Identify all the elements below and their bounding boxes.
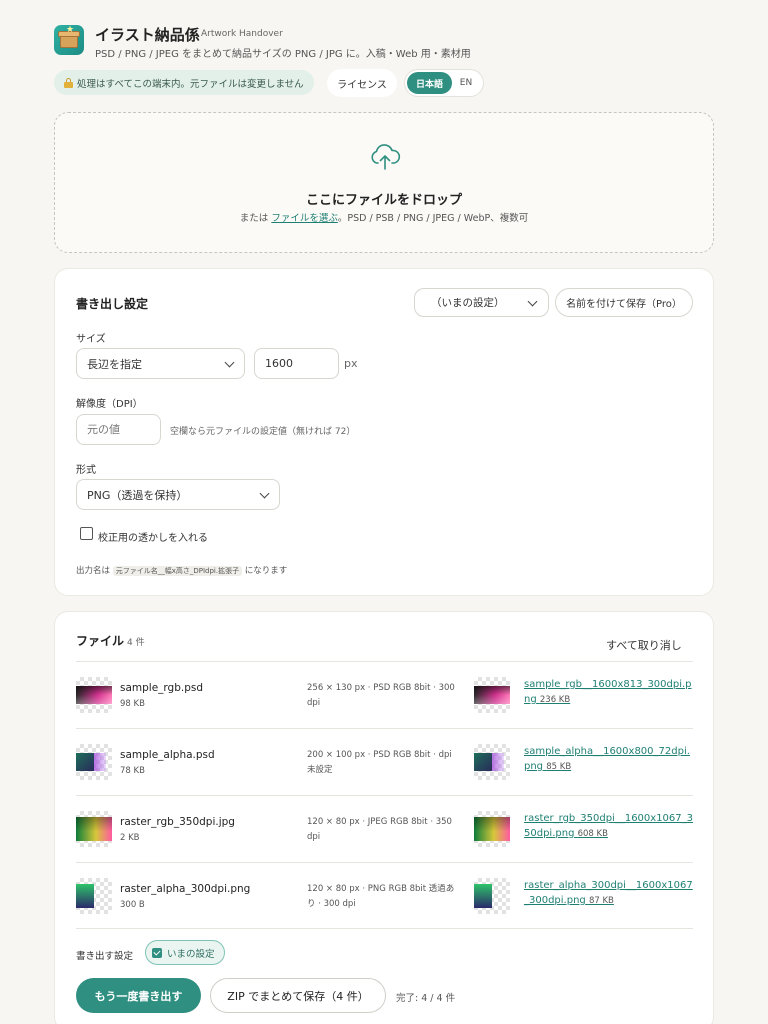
dpi-input[interactable]	[76, 414, 161, 445]
output-file-link[interactable]: sample_rgb__1600x813_300dpi.png 236 KB	[524, 677, 694, 708]
output-file-size: 608 KB	[577, 829, 608, 839]
app-logo-icon: ★	[54, 25, 84, 55]
file-row: sample_alpha.psd 78 KB 200 × 100 px · PS…	[76, 729, 693, 795]
export-setting-label: 書き出す設定	[76, 951, 134, 962]
export-settings-card: 書き出し設定 （いまの設定） 名前を付けて保存（Pro） サイズ 長辺を指定 p…	[54, 268, 714, 596]
file-name: sample_rgb.psd	[120, 682, 204, 694]
app-title: イラスト納品係	[95, 26, 200, 44]
output-thumbnail	[474, 878, 510, 914]
file-meta: 200 × 100 px · PSD RGB 8bit · dpi 未設定	[307, 750, 452, 775]
file-size: 300 B	[120, 900, 145, 910]
file-meta: 120 × 80 px · JPEG RGB 8bit · 350 dpi	[307, 817, 452, 842]
lock-icon	[64, 77, 73, 88]
dropzone-title: ここにファイルをドロップ	[305, 193, 462, 208]
output-file-size: 87 KB	[588, 896, 614, 906]
file-size: 78 KB	[120, 766, 145, 776]
preset-select[interactable]: （いまの設定）	[414, 288, 549, 317]
lang-ja-button[interactable]: 日本語	[407, 72, 452, 94]
files-card: ファイル 4 件 すべて取り消し sample_rgb.psd 98 KB 256…	[54, 611, 714, 1024]
size-mode-select[interactable]: 長辺を指定	[76, 348, 245, 379]
file-dropzone[interactable]: ここにファイルをドロップ または ファイルを選ぶ。PSD / PSB / PNG…	[54, 112, 714, 253]
watermark-checkbox[interactable]	[80, 527, 93, 540]
divider	[76, 928, 693, 929]
choose-file-link[interactable]: ファイルを選ぶ	[271, 213, 338, 224]
output-file-link[interactable]: raster_alpha_300dpi__1600x1067_300dpi.pn…	[524, 878, 694, 909]
size-mode-value: 長辺を指定	[87, 357, 142, 371]
app-description: PSD / PNG / JPEG をまとめて納品サイズの PNG / JPG に…	[95, 49, 471, 60]
file-meta: 256 × 130 px · PSD RGB 8bit · 300 dpi	[307, 683, 455, 708]
output-name-hint: 出力名は 元ファイル名__幅x高さ_DPIdpi.拡張子 になります	[76, 564, 287, 576]
format-select-value: PNG（透過を保持）	[87, 488, 188, 502]
file-name: raster_alpha_300dpi.png	[120, 883, 251, 895]
current-setting-chip[interactable]: いまの設定	[145, 940, 225, 965]
output-file-size: 236 KB	[539, 695, 571, 705]
dropzone-prefix: または	[239, 213, 269, 224]
app-subtitle: Artwork Handover	[201, 29, 283, 39]
dpi-label: 解像度（DPI）	[76, 399, 143, 410]
output-name-suffix: になります	[244, 566, 288, 576]
output-thumbnail	[474, 744, 510, 780]
license-button[interactable]: ライセンス	[327, 69, 397, 97]
cloud-upload-icon	[371, 144, 401, 170]
preset-select-value: （いまの設定）	[431, 297, 505, 309]
source-thumbnail	[76, 811, 112, 847]
privacy-notice-text: 処理はすべてこの端末内。元ファイルは変更しません	[77, 78, 304, 90]
lang-en-button[interactable]: EN	[452, 72, 480, 94]
watermark-label: 校正用の透かしを入れる	[98, 533, 208, 544]
size-value-input[interactable]	[254, 348, 339, 379]
format-select[interactable]: PNG（透過を保持）	[76, 479, 280, 510]
files-title-text: ファイル	[76, 634, 125, 648]
output-file-size: 85 KB	[546, 762, 572, 772]
source-thumbnail	[76, 878, 112, 914]
save-named-preset-button[interactable]: 名前を付けて保存（Pro）	[555, 288, 693, 317]
chevron-down-icon	[259, 488, 270, 499]
files-title: ファイル 4 件	[76, 632, 145, 649]
dpi-hint: 空欄なら元ファイルの設定値（無ければ 72）	[170, 427, 356, 437]
language-toggle: 日本語 EN	[404, 69, 484, 97]
app-header: ★ イラスト納品係 Artwork Handover PSD / PNG / J…	[54, 24, 714, 64]
dropzone-formats: 。PSD / PSB / PNG / JPEG / WebP、複数可	[337, 213, 529, 224]
format-label: 形式	[76, 465, 96, 476]
file-name: sample_alpha.psd	[120, 749, 215, 761]
export-settings-title: 書き出し設定	[76, 297, 149, 311]
clear-all-button[interactable]: すべて取り消し	[606, 637, 682, 653]
output-thumbnail	[474, 677, 510, 713]
output-name-prefix: 出力名は	[76, 566, 111, 576]
file-size: 2 KB	[120, 833, 140, 843]
output-file-link[interactable]: sample_alpha__1600x800_72dpi.png 85 KB	[524, 744, 694, 775]
size-unit: px	[344, 357, 358, 370]
privacy-notice: 処理はすべてこの端末内。元ファイルは変更しません	[54, 70, 314, 95]
rerun-export-button[interactable]: もう一度書き出す	[76, 978, 201, 1013]
source-thumbnail	[76, 677, 112, 713]
source-thumbnail	[76, 744, 112, 780]
check-icon	[152, 947, 162, 958]
file-row: sample_rgb.psd 98 KB 256 × 130 px · PSD …	[76, 662, 693, 728]
chevron-down-icon	[527, 296, 538, 307]
file-row: raster_alpha_300dpi.png 300 B 120 × 80 p…	[76, 863, 693, 929]
file-name: raster_rgb_350dpi.jpg	[120, 816, 235, 828]
completion-status: 完了: 4 / 4 件	[396, 993, 456, 1004]
file-size: 98 KB	[120, 699, 145, 709]
chevron-down-icon	[224, 357, 235, 368]
output-thumbnail	[474, 811, 510, 847]
output-name-pattern: 元ファイル名__幅x高さ_DPIdpi.拡張子	[112, 566, 243, 576]
output-file-name[interactable]: raster_rgb_350dpi__1600x1067_350dpi.png	[524, 813, 693, 839]
dropzone-subtitle: または ファイルを選ぶ。PSD / PSB / PNG / JPEG / Web…	[55, 210, 713, 224]
current-setting-chip-label: いまの設定	[167, 948, 215, 960]
output-file-link[interactable]: raster_rgb_350dpi__1600x1067_350dpi.png …	[524, 811, 694, 842]
file-meta: 120 × 80 px · PNG RGB 8bit 透過あり · 300 dp…	[307, 884, 455, 909]
files-count: 4 件	[127, 638, 145, 648]
file-row: raster_rgb_350dpi.jpg 2 KB 120 × 80 px ·…	[76, 796, 693, 862]
size-label: サイズ	[76, 334, 106, 345]
zip-save-button[interactable]: ZIP でまとめて保存（4 件）	[210, 978, 386, 1013]
